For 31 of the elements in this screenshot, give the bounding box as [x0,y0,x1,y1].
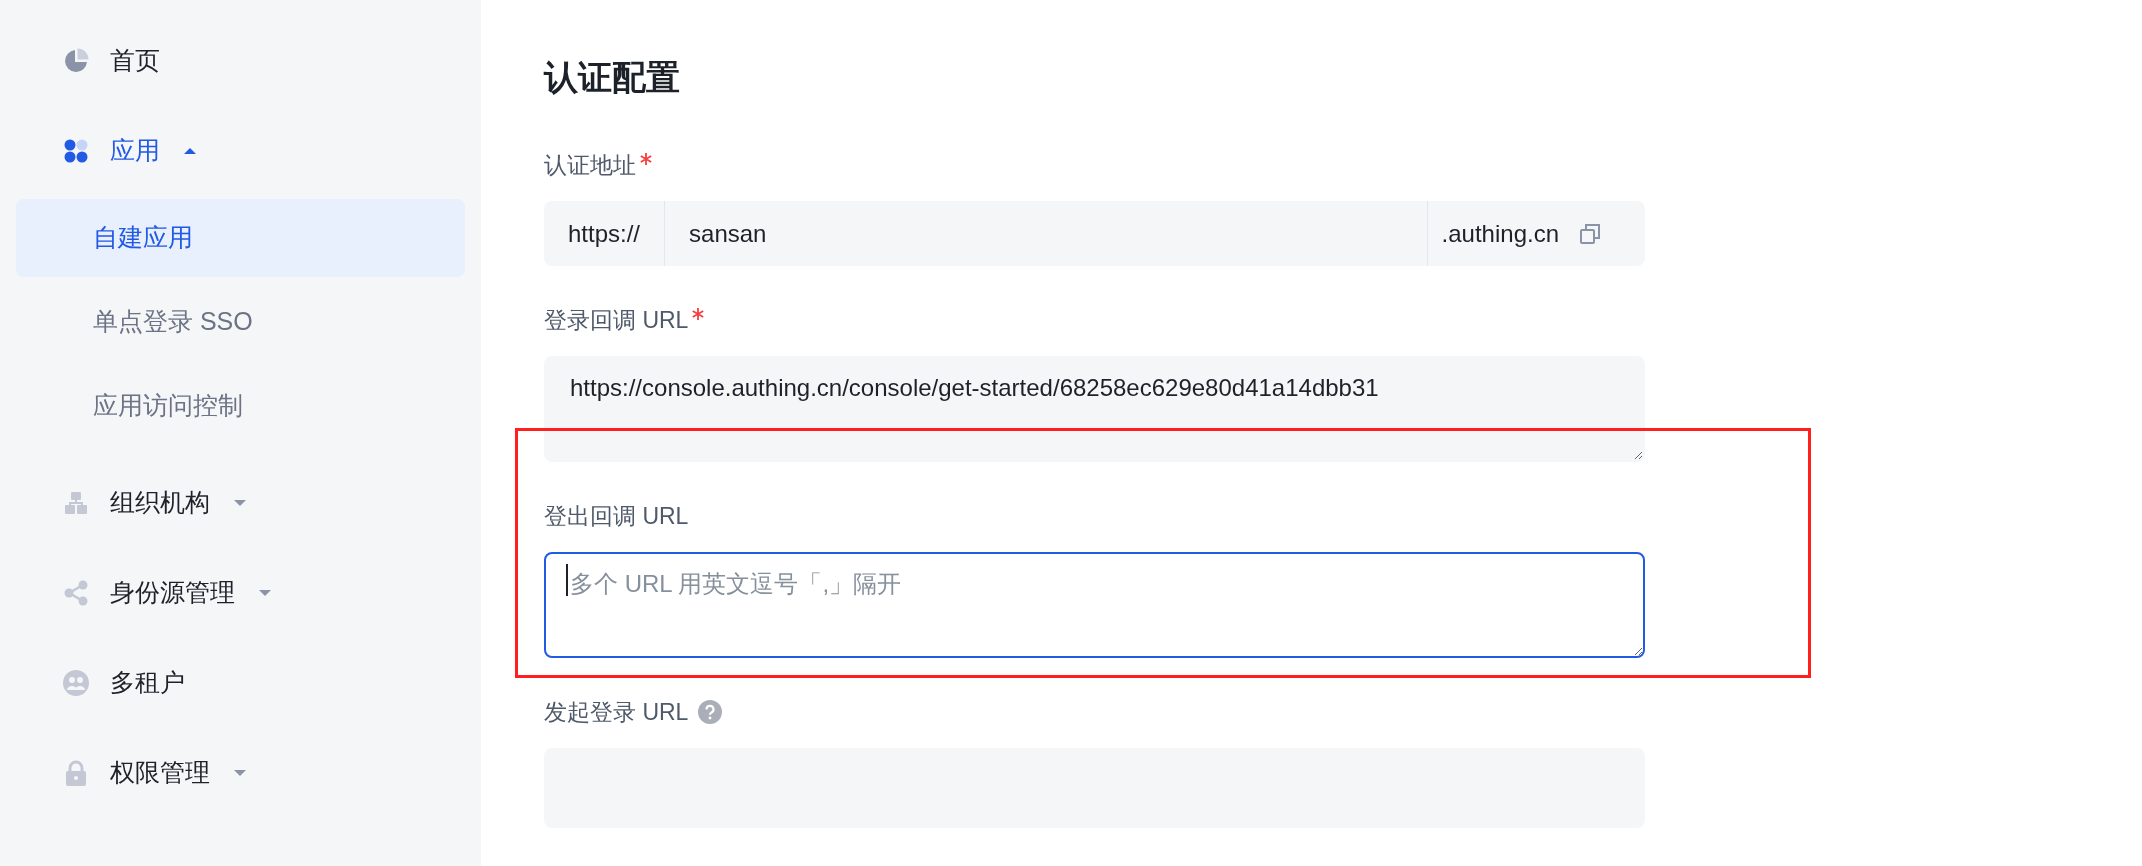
pie-chart-icon [62,47,90,75]
nav-item[interactable]: 权限管理 [110,754,210,792]
field-label: 发起登录 URL [544,697,689,727]
field-label: 登录回调 URL [544,305,689,335]
submenu-item[interactable]: 应用访问控制 [16,367,465,445]
hierarchy-icon [62,489,90,517]
nav-item[interactable]: 组织机构 [110,484,210,522]
caret-icon[interactable] [234,500,246,506]
subdomain-field[interactable]: https:// sansan .authing.cn [544,201,1645,266]
help-icon[interactable] [698,700,723,724]
nav-item[interactable]: 多租户 [110,664,185,702]
nav-item[interactable]: 应用 [110,132,160,170]
caret-icon[interactable] [234,770,246,776]
url-prefix: https:// [544,201,666,266]
submenu-item[interactable]: 自建应用 [16,199,465,277]
url-textarea[interactable]: https://console.authing.cn/console/get-started/68258ec629e80d41a14dbb31 [544,356,1645,462]
field-label: 登出回调 URL [544,501,689,531]
share-icon [62,579,90,607]
submenu-item[interactable]: 单点登录 SSO [16,283,465,361]
nav-item[interactable]: 首页 [110,42,160,80]
text-cursor [566,564,568,596]
field-label: 认证地址 [544,150,636,180]
nav-item[interactable]: 身份源管理 [110,574,235,612]
caret-icon[interactable] [259,590,271,596]
copy-icon[interactable] [1579,222,1601,245]
url-textarea[interactable]: 多个 URL 用英文逗号「,」隔开 [544,552,1645,658]
users-circle-icon [62,669,90,697]
url-suffix: .authing.cn [1440,218,1560,249]
section-title: 认证配置 [544,57,680,98]
caret-icon[interactable] [184,148,196,154]
grid-dots-icon [62,137,90,165]
